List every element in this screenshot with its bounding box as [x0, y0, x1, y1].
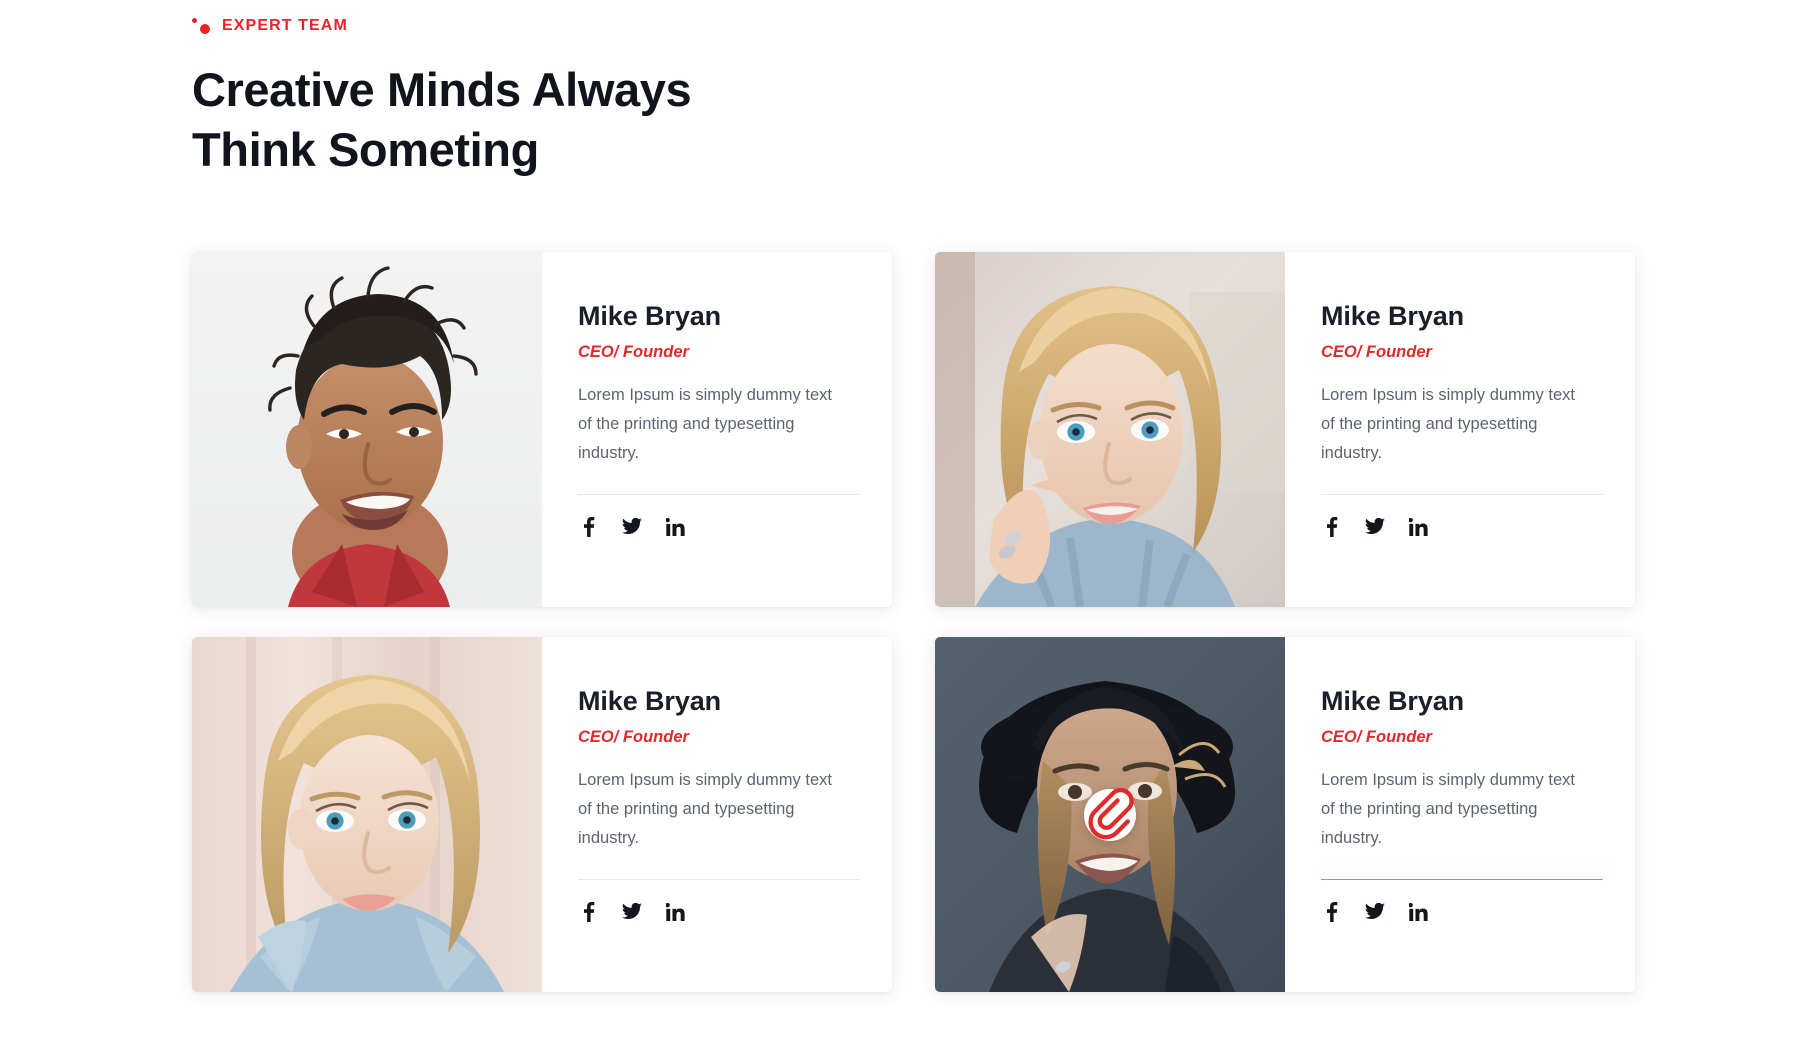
team-card[interactable]: Mike Bryan CEO/ Founder Lorem Ipsum is s…	[192, 637, 892, 992]
card-divider	[1321, 493, 1603, 495]
member-photo	[192, 252, 542, 607]
member-name: Mike Bryan	[578, 686, 722, 716]
member-photo-image	[935, 252, 1285, 607]
facebook-icon[interactable]	[578, 516, 600, 538]
team-card-grid: Mike Bryan CEO/ Founder Lorem Ipsum is s…	[192, 252, 1635, 992]
team-card[interactable]: Mike Bryan CEO/ Founder Lorem Ipsum is s…	[192, 252, 892, 607]
linkedin-icon[interactable]	[1407, 516, 1429, 538]
twitter-icon[interactable]	[621, 516, 643, 538]
member-photo	[192, 637, 542, 992]
linkedin-icon[interactable]	[1407, 901, 1429, 923]
member-description: Lorem Ipsum is simply dummy text of the …	[1321, 385, 1575, 462]
member-info: Mike Bryan CEO/ Founder Lorem Ipsum is s…	[1285, 252, 1647, 607]
member-role: CEO/ Founder	[1321, 342, 1432, 361]
member-description: Lorem Ipsum is simply dummy text of the …	[578, 385, 832, 462]
social-links	[1321, 901, 1603, 923]
social-links	[578, 901, 860, 923]
page-title-line-2: Think Someting	[192, 123, 539, 176]
member-photo-image	[192, 637, 542, 992]
linkedin-icon[interactable]	[664, 516, 686, 538]
member-role: CEO/ Founder	[1321, 727, 1432, 746]
member-name: Mike Bryan	[1321, 301, 1465, 331]
member-info: Mike Bryan CEO/ Founder Lorem Ipsum is s…	[542, 252, 904, 607]
facebook-icon[interactable]	[1321, 516, 1343, 538]
eyebrow-dots	[192, 16, 218, 36]
member-info: Mike Bryan CEO/ Founder Lorem Ipsum is s…	[1285, 637, 1647, 992]
member-name: Mike Bryan	[1321, 686, 1465, 716]
paperclip-button[interactable]	[1084, 787, 1136, 841]
member-photo	[935, 252, 1285, 607]
card-divider	[578, 878, 860, 880]
member-role: CEO/ Founder	[578, 342, 689, 361]
dot-icon-large	[200, 24, 210, 34]
team-card[interactable]: Mike Bryan CEO/ Founder Lorem Ipsum is s…	[935, 637, 1635, 992]
member-role: CEO/ Founder	[578, 727, 689, 746]
member-description: Lorem Ipsum is simply dummy text of the …	[1321, 770, 1575, 847]
dot-icon-small	[192, 18, 197, 23]
team-card[interactable]: Mike Bryan CEO/ Founder Lorem Ipsum is s…	[935, 252, 1635, 607]
facebook-icon[interactable]	[1321, 901, 1343, 923]
card-divider	[578, 493, 860, 495]
member-photo	[935, 637, 1285, 992]
member-photo-image	[192, 252, 542, 607]
twitter-icon[interactable]	[1364, 901, 1386, 923]
twitter-icon[interactable]	[621, 901, 643, 923]
paperclip-icon	[1088, 787, 1134, 840]
twitter-icon[interactable]	[1364, 516, 1386, 538]
page-title-line-1: Creative Minds Always	[192, 63, 692, 116]
member-info: Mike Bryan CEO/ Founder Lorem Ipsum is s…	[542, 637, 904, 992]
member-name: Mike Bryan	[578, 301, 722, 331]
section-header: EXPERT TEAM Creative Minds Always Think …	[192, 0, 1092, 180]
team-section-page: EXPERT TEAM Creative Minds Always Think …	[0, 0, 1800, 1047]
social-links	[1321, 516, 1603, 538]
social-links	[578, 516, 860, 538]
linkedin-icon[interactable]	[664, 901, 686, 923]
facebook-icon[interactable]	[578, 901, 600, 923]
member-description: Lorem Ipsum is simply dummy text of the …	[578, 770, 832, 847]
eyebrow-text: EXPERT TEAM	[222, 17, 348, 34]
card-divider	[1321, 878, 1603, 880]
eyebrow-label: EXPERT TEAM	[192, 0, 1092, 44]
page-title: Creative Minds Always Think Someting	[192, 60, 1092, 180]
